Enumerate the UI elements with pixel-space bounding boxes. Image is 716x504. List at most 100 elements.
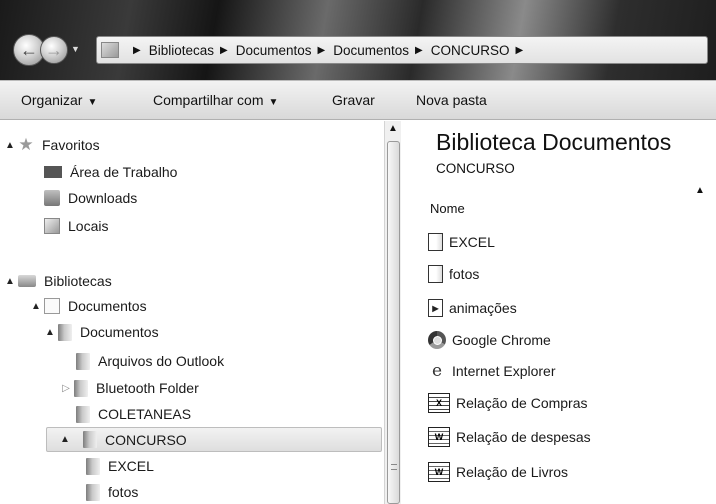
tree-item-outlook-files[interactable]: Arquivos do Outlook: [76, 350, 224, 372]
word-doc-icon: W: [428, 427, 450, 447]
tree-item-coletaneas[interactable]: COLETANEAS: [76, 403, 191, 425]
tree-label: COLETANEAS: [98, 406, 192, 422]
nav-scrollbar[interactable]: ▲: [384, 121, 401, 504]
breadcrumb-separator-icon[interactable]: ▶: [220, 45, 228, 56]
tree-label: Documentos: [80, 324, 159, 340]
collapse-arrow-icon[interactable]: ▲: [30, 301, 42, 312]
collapse-arrow-icon[interactable]: ▲: [44, 327, 56, 338]
file-name: Relação de despesas: [456, 429, 591, 445]
star-icon: ★: [18, 135, 34, 154]
file-name: EXCEL: [449, 234, 495, 250]
breadcrumb-documents[interactable]: Documentos: [333, 43, 409, 58]
file-item-internet-explorer[interactable]: e Internet Explorer: [428, 359, 556, 383]
tree-item-favorites[interactable]: ▲ ★ Favoritos: [4, 134, 100, 156]
tree-label: Bibliotecas: [44, 273, 112, 289]
recent-pages-dropdown-icon[interactable]: ▼: [71, 44, 80, 54]
breadcrumb-separator-icon[interactable]: ▶: [318, 45, 326, 56]
tree-item-excel[interactable]: EXCEL: [86, 455, 154, 477]
organize-label: Organizar: [21, 92, 83, 108]
tree-item-desktop[interactable]: Área de Trabalho: [44, 161, 177, 183]
file-name: Google Chrome: [452, 332, 551, 348]
file-item-google-chrome[interactable]: Google Chrome: [428, 328, 551, 352]
breadcrumb-separator-icon[interactable]: ▶: [515, 45, 523, 56]
chevron-down-icon: ▼: [268, 97, 279, 108]
tree-item-documents-library[interactable]: ▲ Documentos: [30, 295, 147, 317]
recent-places-icon: [44, 218, 60, 234]
tree-label: CONCURSO: [105, 431, 187, 448]
address-bar[interactable]: ▶ Bibliotecas ▶ Documentos ▶ Documentos …: [96, 36, 708, 64]
sort-ascending-icon: ▲: [695, 185, 705, 196]
breadcrumb-separator-icon[interactable]: ▶: [415, 45, 423, 56]
tree-label: Locais: [68, 218, 109, 234]
libraries-icon: [18, 275, 36, 287]
file-item-relacao-despesas[interactable]: W Relação de despesas: [428, 425, 591, 449]
tree-item-my-documents[interactable]: ▲ Documentos: [44, 321, 159, 343]
file-item-fotos[interactable]: fotos: [428, 262, 479, 286]
tree-item-bluetooth-folder[interactable]: ▷ Bluetooth Folder: [60, 377, 199, 399]
folder-icon: [83, 431, 97, 448]
forward-button[interactable]: →: [40, 36, 68, 64]
burn-button[interactable]: Gravar: [332, 92, 375, 108]
folder-icon: [74, 379, 88, 397]
tree-label: Favoritos: [42, 137, 100, 153]
expand-arrow-icon[interactable]: ▷: [60, 383, 72, 394]
word-doc-icon: W: [428, 462, 450, 482]
navigation-pane: ▲ ★ Favoritos Área de Trabalho Downloads…: [0, 121, 401, 504]
content-pane: Biblioteca Documentos CONCURSO Nome ▲ EX…: [402, 121, 716, 504]
file-item-animacoes[interactable]: ▶ animações: [428, 296, 517, 320]
breadcrumb-libraries[interactable]: Bibliotecas: [149, 43, 214, 58]
folder-icon: [76, 352, 90, 370]
tree-label: Arquivos do Outlook: [98, 353, 225, 369]
tree-item-concurso[interactable]: ▲ CONCURSO: [46, 427, 382, 452]
column-header-name[interactable]: Nome: [430, 201, 465, 216]
file-item-relacao-livros[interactable]: W Relação de Livros: [428, 460, 568, 484]
tree-item-fotos[interactable]: fotos: [86, 481, 138, 503]
scroll-up-icon[interactable]: ▲: [388, 123, 398, 134]
grip-icon: [391, 464, 397, 470]
tree-label: EXCEL: [108, 458, 154, 474]
tree-label: fotos: [108, 484, 139, 500]
forward-arrow-icon: →: [45, 39, 63, 60]
tree-label: Bluetooth Folder: [96, 380, 199, 396]
file-name: Relação de Compras: [456, 395, 588, 411]
command-toolbar: Organizar ▼ Compartilhar com ▼ Gravar Nova…: [0, 80, 716, 120]
document-library-icon: [44, 298, 60, 314]
tree-label: Área de Trabalho: [70, 164, 178, 180]
breadcrumb-separator-icon[interactable]: ▶: [133, 45, 141, 56]
collapse-arrow-icon[interactable]: ▲: [4, 140, 16, 151]
breadcrumb-concurso[interactable]: CONCURSO: [431, 43, 510, 58]
collapse-arrow-icon[interactable]: ▲: [4, 276, 16, 287]
folder-icon: [58, 323, 72, 341]
excel-doc-icon: X: [428, 393, 450, 413]
share-button[interactable]: Compartilhar com ▼: [153, 92, 278, 108]
tree-item-downloads[interactable]: Downloads: [44, 187, 137, 209]
tree-label: Downloads: [68, 190, 138, 206]
desktop-icon: [44, 166, 62, 178]
folder-icon: [86, 483, 100, 501]
library-title: Biblioteca Documentos: [436, 129, 672, 155]
file-item-relacao-compras[interactable]: X Relação de Compras: [428, 391, 588, 415]
tree-item-libraries[interactable]: ▲ Bibliotecas: [4, 270, 112, 292]
organize-button[interactable]: Organizar ▼: [21, 92, 97, 108]
chevron-down-icon: ▼: [87, 97, 98, 108]
collapse-arrow-icon[interactable]: ▲: [59, 434, 71, 445]
ie-icon: e: [431, 361, 443, 381]
back-arrow-icon: ←: [20, 39, 38, 60]
folder-icon: [86, 457, 100, 475]
folder-icon: [428, 233, 443, 251]
downloads-icon: [44, 190, 60, 206]
breadcrumb-documents-library[interactable]: Documentos: [236, 43, 312, 58]
new-folder-button[interactable]: Nova pasta: [416, 92, 487, 108]
scroll-thumb[interactable]: [387, 141, 400, 504]
tree-label: Documentos: [68, 298, 147, 314]
media-folder-icon: ▶: [428, 299, 443, 317]
file-name: Relação de Livros: [456, 464, 569, 480]
folder-icon: [428, 265, 443, 283]
file-name: fotos: [449, 266, 480, 282]
tree-item-places[interactable]: Locais: [44, 215, 108, 237]
file-item-excel[interactable]: EXCEL: [428, 230, 495, 254]
file-name: animações: [449, 300, 517, 316]
share-label: Compartilhar com: [153, 92, 264, 108]
folder-icon: [76, 405, 90, 423]
file-name: Internet Explorer: [452, 363, 556, 379]
